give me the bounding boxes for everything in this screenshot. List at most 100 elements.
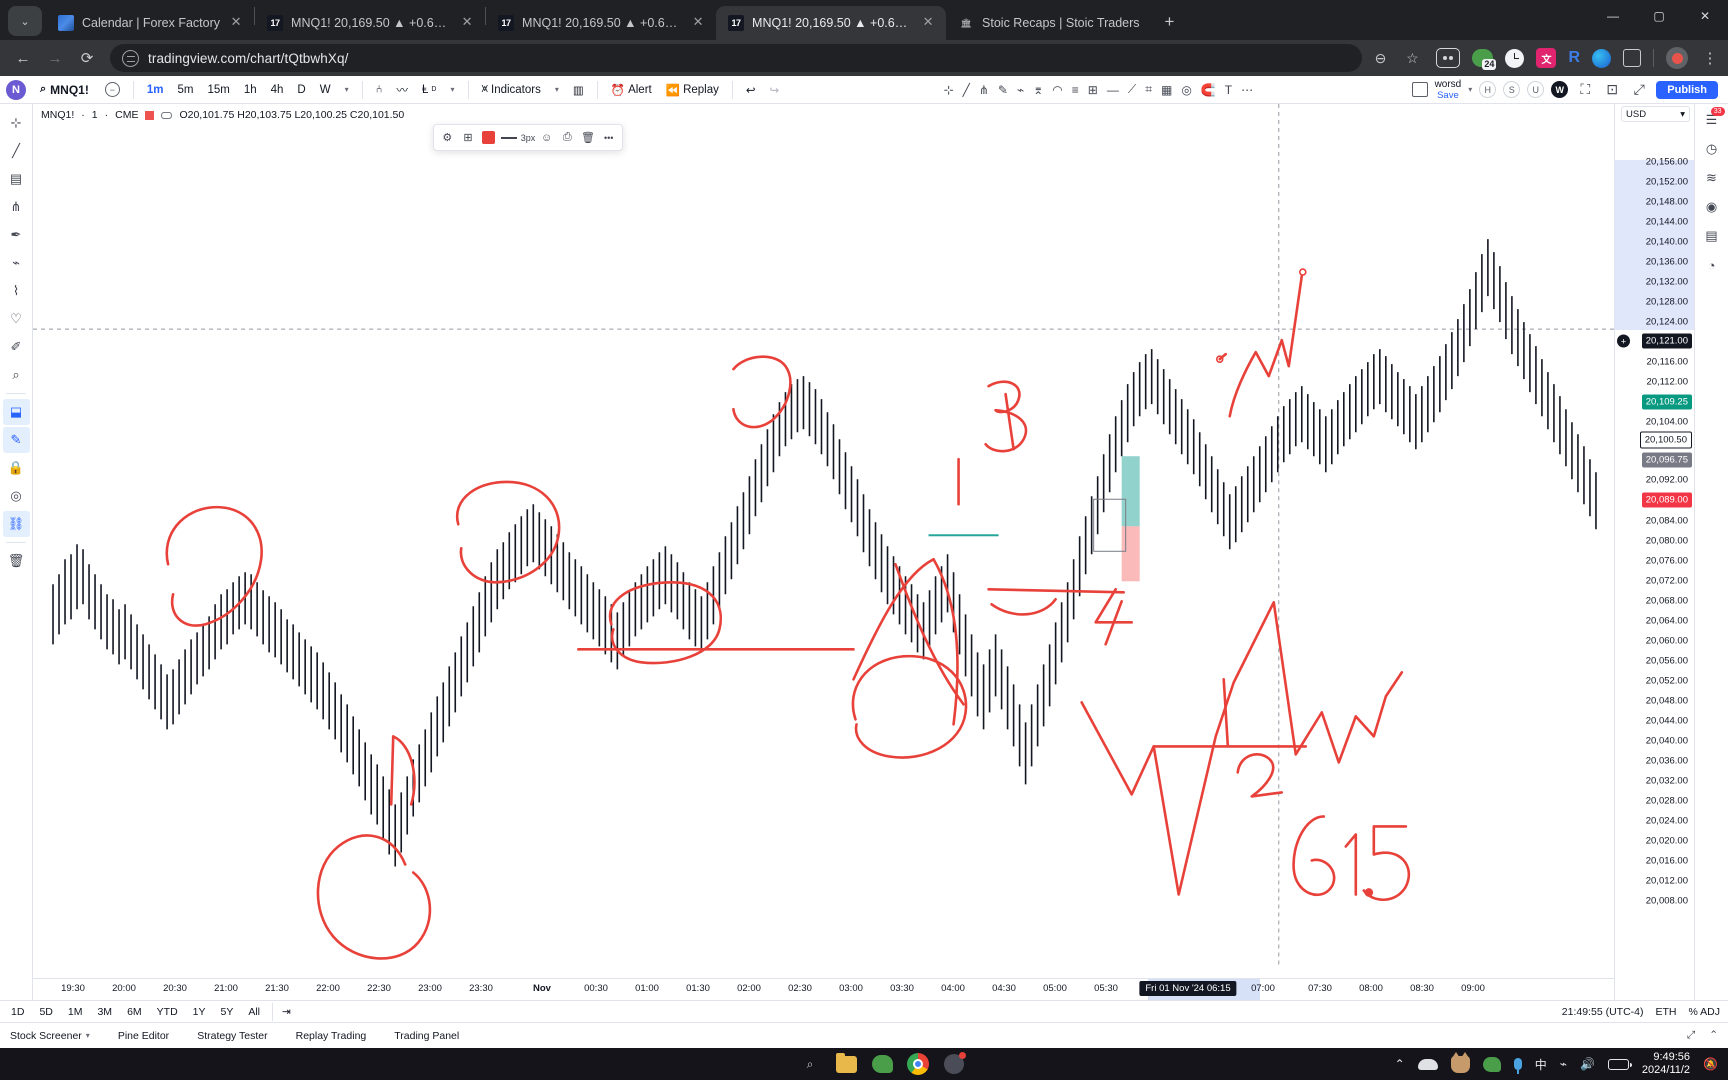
lock-drawings-icon[interactable]: 🔒	[3, 455, 30, 481]
fullscreen-icon[interactable]: ⛶	[1575, 80, 1595, 100]
zoom-tool-icon[interactable]: ⌕	[3, 362, 30, 388]
battery-icon[interactable]	[1607, 1058, 1632, 1070]
notebook-extension-icon[interactable]	[1436, 48, 1461, 68]
chart-type-caret[interactable]: ▾	[444, 82, 460, 97]
back-icon[interactable]: ←	[8, 43, 38, 73]
chart-canvas[interactable]	[33, 104, 1614, 965]
interval-1h[interactable]: 1h	[238, 81, 263, 99]
brush-tool-icon[interactable]: ✒	[3, 222, 30, 248]
range-1y[interactable]: 1Y	[190, 1005, 209, 1019]
drawing-mode-icon[interactable]: ✎	[2, 427, 30, 453]
panel-stock-screener[interactable]: Stock Screener	[10, 1030, 82, 1042]
arc-icon[interactable]: ◠	[1052, 83, 1062, 97]
range-1m[interactable]: 1M	[65, 1005, 86, 1019]
undo-arrow-icon[interactable]: ↩	[740, 80, 762, 100]
new-tab-button[interactable]: +	[1156, 8, 1184, 36]
range-5d[interactable]: 5D	[36, 1005, 55, 1019]
range-all[interactable]: All	[245, 1005, 263, 1019]
magnet-mode-icon[interactable]: ⬓	[2, 399, 30, 425]
emoji-tool-icon[interactable]: ♡	[3, 306, 30, 332]
maximize-button[interactable]: ▢	[1636, 0, 1682, 32]
chart-pane[interactable]: MNQ1! · 1 · CME O20,101.75 H20,103.75 L2…	[33, 104, 1614, 1048]
edge-extension-icon[interactable]	[1592, 48, 1611, 68]
browser-tab-2[interactable]: 17 MNQ1! 20,169.50 ▲ +0.67% ✕	[486, 6, 716, 40]
object-tree-icon[interactable]: ⛓	[2, 511, 30, 537]
panel-replay-trading[interactable]: Replay Trading	[296, 1030, 367, 1042]
windows-start-icon[interactable]	[763, 1053, 785, 1075]
trend-line-icon[interactable]: ╱	[3, 138, 30, 164]
text-tool-icon[interactable]: ⌁	[3, 250, 30, 276]
drawing-properties-toolbar[interactable]: ⚙ ⊞ 3px ☺ ⎙ 🗑 •••	[433, 124, 623, 151]
symbol-search-button[interactable]: ⌕ MNQ1!	[32, 83, 97, 97]
range-1d[interactable]: 1D	[8, 1005, 27, 1019]
trash-icon[interactable]: 🗑	[579, 128, 598, 148]
magnet-icon[interactable]: 🧲	[1201, 83, 1216, 97]
color-swatch[interactable]	[482, 131, 496, 144]
ime-icon[interactable]: 中	[1535, 1056, 1547, 1073]
tab-close-icon[interactable]: ✕	[459, 15, 475, 31]
interval-5m[interactable]: 5m	[171, 81, 199, 99]
puzzle-extensions-icon[interactable]	[1623, 49, 1641, 67]
tab-close-icon[interactable]: ✕	[920, 15, 936, 31]
browser-tab-3-active[interactable]: 17 MNQ1! 20,169.50 ▲ +0.67% ✕	[716, 6, 947, 40]
emoji-icon[interactable]: ☺	[537, 128, 556, 148]
text-icon[interactable]: ⌁	[1017, 83, 1024, 97]
cloud-icon[interactable]	[1417, 1058, 1438, 1070]
settings-icon[interactable]: ⚙	[438, 128, 457, 148]
profile-avatar[interactable]	[1666, 47, 1688, 69]
watchlist-icon[interactable]: ☰ 33	[1701, 107, 1725, 130]
line-icon[interactable]: 〰	[391, 79, 415, 101]
visibility-icon[interactable]	[161, 111, 173, 119]
data-window-icon[interactable]: ▤	[1701, 226, 1723, 246]
browser-tab-1[interactable]: 17 MNQ1! 20,169.50 ▲ +0.67% ✕	[255, 6, 485, 40]
long-position-icon[interactable]: ⊞	[1088, 83, 1098, 97]
alert-button[interactable]: ⏰ Alert	[605, 80, 658, 100]
range-ytd[interactable]: YTD	[154, 1005, 181, 1019]
search-icon[interactable]: ⌕	[799, 1053, 821, 1075]
fib-icon[interactable]: ≡	[1072, 83, 1079, 97]
tv-user-logo[interactable]: N	[6, 79, 26, 100]
interval-D[interactable]: D	[291, 81, 311, 99]
chat-icon[interactable]: ◔	[1701, 255, 1723, 275]
range-5y[interactable]: 5Y	[218, 1005, 237, 1019]
tab-search-dropdown[interactable]: ⌄	[8, 6, 42, 36]
interval-15m[interactable]: 15m	[201, 81, 235, 99]
tab-close-icon[interactable]: ✕	[228, 15, 244, 31]
text-style-icon[interactable]: ⊞	[459, 128, 478, 148]
wifi-icon[interactable]: ⌁	[1560, 1057, 1567, 1071]
layout-save-label[interactable]: Save	[1435, 90, 1462, 101]
forward-icon[interactable]: →	[40, 43, 70, 73]
translate-extension-icon[interactable]: 文	[1536, 48, 1557, 68]
mic-icon[interactable]	[1513, 1058, 1522, 1074]
template-icon[interactable]: ⎙	[558, 128, 577, 148]
chevron-up-icon[interactable]: ⌃	[1395, 1057, 1405, 1071]
measure-tool-icon[interactable]: ✐	[3, 334, 30, 360]
alerts-icon[interactable]: ◷	[1701, 139, 1723, 159]
table-icon[interactable]: ▦	[1161, 83, 1172, 97]
wechat-extension-icon[interactable]: 24	[1472, 49, 1497, 70]
pattern-icon[interactable]: ⌆	[1033, 83, 1043, 97]
interval-4h[interactable]: 4h	[265, 81, 290, 99]
reload-icon[interactable]: ⟳	[72, 43, 102, 73]
badge-w-avatar[interactable]: W	[1551, 81, 1569, 98]
pitchfork-icon[interactable]: ⋔	[979, 83, 989, 97]
hotlist-icon[interactable]: ≋	[1701, 168, 1723, 188]
date-range-icon[interactable]: ⇥	[282, 1006, 291, 1018]
wechat-tray-icon[interactable]	[1482, 1056, 1501, 1072]
measure-icon[interactable]: T	[1225, 83, 1232, 97]
interval-W[interactable]: W	[314, 81, 337, 99]
pattern-tool-icon[interactable]: ⌇	[3, 278, 30, 304]
compare-button[interactable]: −	[99, 79, 126, 100]
adjust-label[interactable]: % ADJ	[1688, 1006, 1720, 1018]
candles-icon[interactable]: ⑃	[370, 81, 389, 99]
range-3m[interactable]: 3M	[94, 1005, 115, 1019]
fib-retracement-icon[interactable]: ▤	[3, 166, 30, 192]
time-axis[interactable]: 19:30 20:00 20:30 21:00 21:30 22:00 22:3…	[33, 978, 1614, 1000]
plus-circle-icon[interactable]: +	[1617, 334, 1630, 348]
replay-button[interactable]: ⏪ Replay	[660, 80, 725, 100]
site-settings-icon[interactable]	[122, 49, 139, 67]
chrome-menu-icon[interactable]: ⋮	[1700, 49, 1720, 67]
panel-pine-editor[interactable]: Pine Editor	[118, 1030, 169, 1042]
browser-tab-0[interactable]: Calendar | Forex Factory ✕	[46, 6, 254, 40]
horizontal-line-icon[interactable]: —	[1107, 83, 1119, 97]
